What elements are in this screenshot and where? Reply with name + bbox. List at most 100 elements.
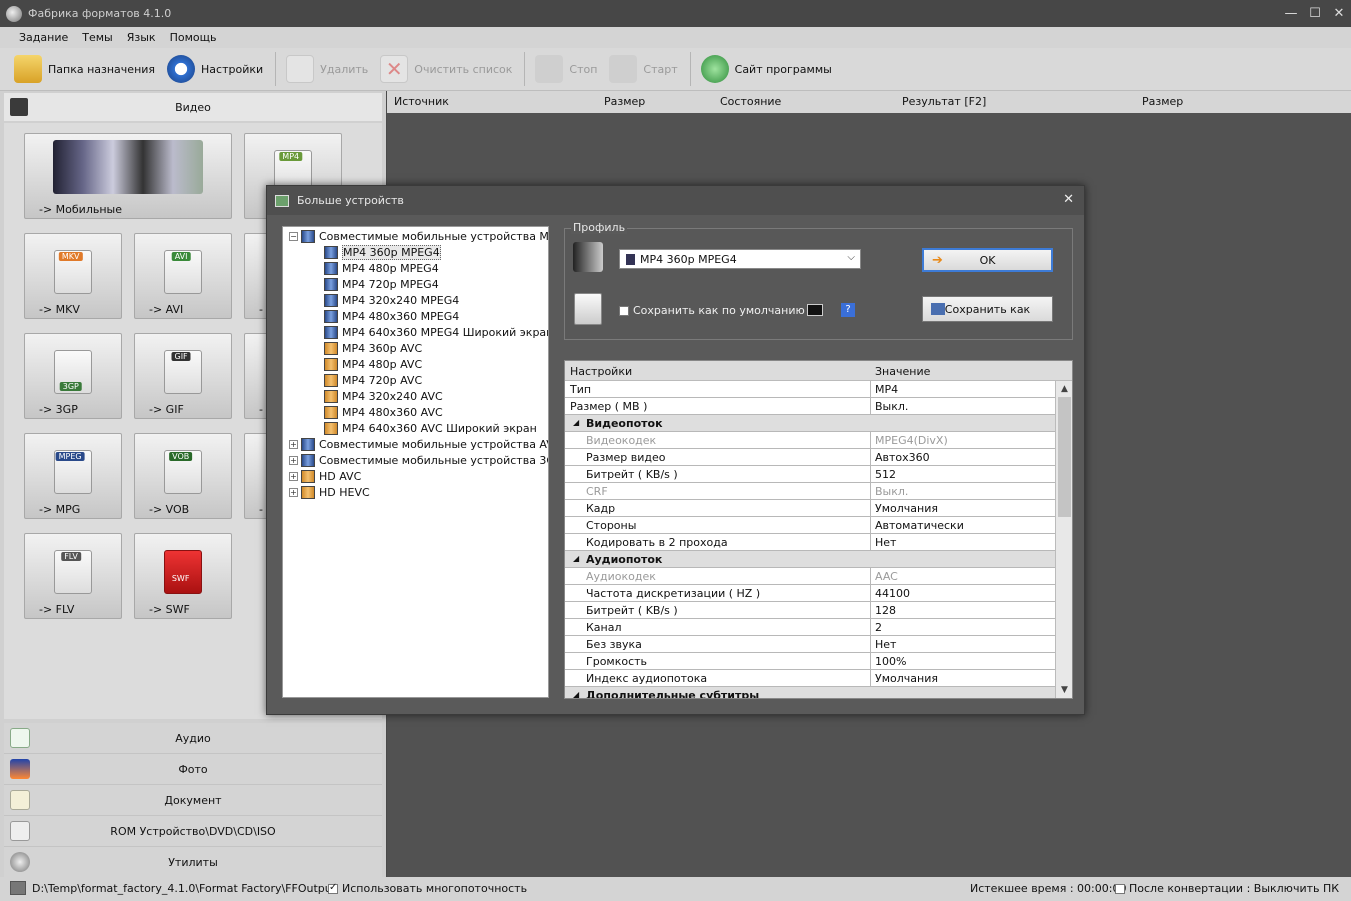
grid-scrollbar[interactable]: ▲ ▼ [1055, 381, 1072, 698]
dialog-close-button[interactable]: ✕ [1063, 192, 1074, 207]
dest-folder-button[interactable]: Папка назначения [14, 55, 155, 83]
tree-item[interactable]: MP4 320x240 MPEG4 [324, 292, 459, 308]
grid-value[interactable]: Автоматически [870, 517, 1055, 534]
minimize-button[interactable]: — [1279, 0, 1303, 27]
tree-item[interactable]: MP4 640x360 MPEG4 Широкий экран [324, 324, 548, 340]
close-button[interactable]: ✕ [1327, 0, 1351, 27]
grid-row[interactable]: Частота дискретизации ( HZ ) 44100 [565, 585, 1055, 602]
maximize-button[interactable]: ☐ [1303, 0, 1327, 27]
tile-swf[interactable]: SWF -> SWF [134, 533, 232, 619]
grid-row[interactable]: Тип MP4 [565, 381, 1055, 398]
grid-value[interactable]: Умолчания [870, 670, 1055, 687]
grid-row[interactable]: Стороны Автоматически [565, 517, 1055, 534]
grid-section[interactable]: ◢ Видеопоток [565, 415, 1055, 432]
menu-themes[interactable]: Темы [82, 31, 112, 44]
tree-group[interactable]: + Совместимые мобильные устройства 3GP [289, 452, 548, 468]
grid-section[interactable]: ◢ Аудиопоток [565, 551, 1055, 568]
save-default-option[interactable]: Сохранить как по умолчанию [619, 304, 805, 317]
grid-value[interactable]: Выкл. [870, 398, 1055, 415]
grid-row[interactable]: Громкость 100% [565, 653, 1055, 670]
grid-value[interactable]: MP4 [870, 381, 1055, 398]
grid-value[interactable]: Автоx360 [870, 449, 1055, 466]
tile-gif[interactable]: GIF -> GIF [134, 333, 232, 419]
settings-button[interactable]: Настройки [167, 55, 263, 83]
tree-item[interactable]: MP4 640x360 AVC Широкий экран [324, 420, 537, 436]
website-button[interactable]: Сайт программы [700, 55, 832, 83]
help-icon[interactable]: ? [841, 303, 855, 317]
grid-row[interactable]: Битрейт ( KB/s ) 512 [565, 466, 1055, 483]
multithread-option[interactable]: Использовать многопоточность [328, 882, 527, 895]
tile-flv[interactable]: FLV -> FLV [24, 533, 122, 619]
tree-item[interactable]: MP4 720p MPEG4 [324, 276, 439, 292]
grid-value[interactable]: 2 [870, 619, 1055, 636]
tree-item[interactable]: MP4 360p MPEG4 [324, 244, 441, 260]
save-as-button[interactable]: Сохранить как [922, 296, 1053, 322]
col-size[interactable]: Размер [604, 95, 645, 108]
scroll-up-icon[interactable]: ▲ [1056, 381, 1072, 397]
tree-group[interactable]: + Совместимые мобильные устройства AVI [289, 436, 548, 452]
video-category-header[interactable]: Видео [4, 93, 382, 121]
category-rom[interactable]: ROM Устройство\DVD\CD\ISO [4, 816, 382, 847]
grid-value[interactable]: MPEG4(DivX) [870, 432, 1055, 449]
tree-item[interactable]: MP4 360p AVC [324, 340, 422, 356]
multithread-checkbox[interactable] [328, 882, 338, 894]
grid-row[interactable]: Размер видео Автоx360 [565, 449, 1055, 466]
expand-icon[interactable]: + [289, 471, 298, 481]
tree-item[interactable]: MP4 320x240 AVC [324, 388, 443, 404]
grid-value[interactable]: Нет [870, 636, 1055, 653]
output-path[interactable]: D:\Temp\format_factory_4.1.0\Format Fact… [32, 882, 336, 895]
tile-mpg[interactable]: MPEG -> MPG [24, 433, 122, 519]
grid-row[interactable]: Без звука Нет [565, 636, 1055, 653]
category-document[interactable]: Документ [4, 785, 382, 816]
tree-item[interactable]: MP4 720p AVC [324, 372, 422, 388]
after-conversion-checkbox[interactable] [1115, 884, 1125, 894]
grid-row[interactable]: Размер ( MB ) Выкл. [565, 398, 1055, 415]
expand-icon[interactable]: + [289, 439, 298, 449]
col-result[interactable]: Результат [F2] [902, 95, 986, 108]
grid-value[interactable]: 44100 [870, 585, 1055, 602]
tree-group[interactable]: + HD AVC [289, 468, 361, 484]
scroll-thumb[interactable] [1058, 397, 1071, 517]
save-default-checkbox[interactable] [619, 305, 629, 316]
delete-button[interactable]: Удалить [286, 55, 368, 83]
grid-row[interactable]: Аудиокодек AAC [565, 568, 1055, 585]
menu-help[interactable]: Помощь [170, 31, 217, 44]
category-audio[interactable]: Аудио [4, 723, 382, 754]
expand-icon[interactable]: + [289, 487, 298, 497]
grid-row[interactable]: Индекс аудиопотока Умолчания [565, 670, 1055, 687]
grid-row[interactable]: Кодировать в 2 прохода Нет [565, 534, 1055, 551]
tree-item[interactable]: MP4 480x360 AVC [324, 404, 443, 420]
category-photo[interactable]: Фото [4, 754, 382, 785]
tile-avi[interactable]: AVI -> AVI [134, 233, 232, 319]
category-utilities[interactable]: Утилиты [4, 847, 382, 878]
grid-value[interactable]: Выкл. [870, 483, 1055, 500]
start-button[interactable]: Старт [609, 55, 678, 83]
menu-task[interactable]: Задание [19, 31, 68, 44]
grid-row[interactable]: Битрейт ( KB/s ) 128 [565, 602, 1055, 619]
grid-row[interactable]: CRF Выкл. [565, 483, 1055, 500]
col-result-size[interactable]: Размер [1142, 95, 1183, 108]
col-state[interactable]: Состояние [720, 95, 781, 108]
menu-language[interactable]: Язык [127, 31, 156, 44]
stop-button[interactable]: Стоп [535, 55, 597, 83]
tile-vob[interactable]: VOB -> VOB [134, 433, 232, 519]
tile-3gp[interactable]: 3GP -> 3GP [24, 333, 122, 419]
collapse-icon[interactable]: − [289, 231, 298, 241]
tile-mkv[interactable]: MKV -> MKV [24, 233, 122, 319]
expand-icon[interactable]: + [289, 455, 298, 465]
console-icon[interactable] [807, 304, 823, 316]
grid-value[interactable]: Умолчания [870, 500, 1055, 517]
tree-item[interactable]: MP4 480p AVC [324, 356, 422, 372]
after-conversion-option[interactable]: После конвертации : Выключить ПК [1115, 882, 1339, 895]
tree-item[interactable]: MP4 480x360 MPEG4 [324, 308, 459, 324]
grid-value[interactable]: 512 [870, 466, 1055, 483]
col-source[interactable]: Источник [394, 95, 449, 108]
grid-row[interactable]: Кадр Умолчания [565, 500, 1055, 517]
ok-button[interactable]: ➔ OK [922, 248, 1053, 272]
tree-group[interactable]: + HD HEVC [289, 484, 370, 500]
clear-list-button[interactable]: ✕ Очистить список [380, 55, 512, 83]
scroll-down-icon[interactable]: ▼ [1056, 682, 1072, 698]
tree-item[interactable]: MP4 480p MPEG4 [324, 260, 439, 276]
grid-value[interactable]: 100% [870, 653, 1055, 670]
tile-mobile[interactable]: -> Мобильные [24, 133, 232, 219]
